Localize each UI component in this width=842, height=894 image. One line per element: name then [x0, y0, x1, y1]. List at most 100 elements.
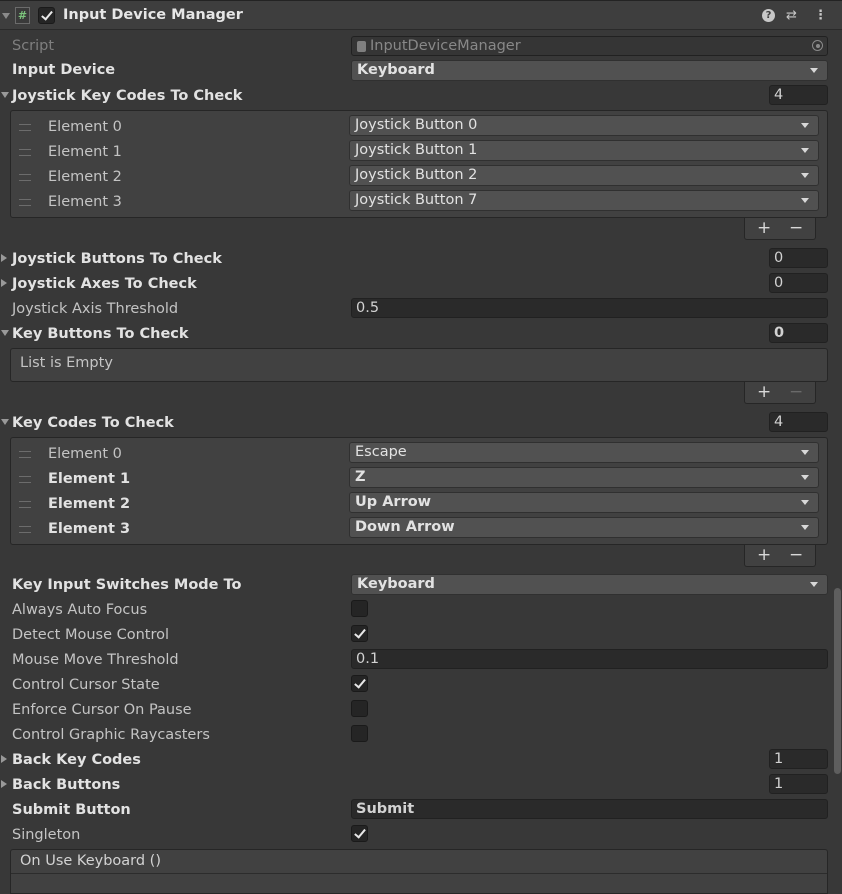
- enforce-cursor-on-pause-checkbox[interactable]: [351, 700, 368, 717]
- control-graphic-raycasters-checkbox[interactable]: [351, 725, 368, 742]
- joystick-element-1-dropdown[interactable]: Joystick Button 1: [349, 140, 819, 161]
- control-cursor-state-checkbox[interactable]: [351, 675, 368, 692]
- foldout-arrow-icon[interactable]: [1, 254, 7, 262]
- on-use-keyboard-event: On Use Keyboard (): [10, 849, 828, 894]
- list-footer: + −: [744, 218, 816, 240]
- joystick-axes-label[interactable]: Joystick Axes To Check: [12, 274, 197, 294]
- dropdown-value: Down Arrow: [355, 519, 455, 535]
- component-title: Input Device Manager: [63, 7, 243, 23]
- key-element-0-dropdown[interactable]: Escape: [349, 442, 819, 463]
- help-icon[interactable]: ?: [762, 9, 775, 22]
- event-header: On Use Keyboard (): [11, 850, 827, 874]
- key-input-switches-mode-label: Key Input Switches Mode To: [12, 577, 242, 593]
- drag-handle-icon[interactable]: [19, 149, 31, 156]
- joystick-axis-threshold-field[interactable]: 0.5: [351, 298, 828, 318]
- joystick-element-2-dropdown[interactable]: Joystick Button 2: [349, 165, 819, 186]
- chevron-down-icon: [801, 475, 809, 480]
- script-object-icon: [357, 41, 366, 52]
- control-cursor-state-label: Control Cursor State: [12, 677, 160, 693]
- element-label: Element 2: [48, 169, 122, 185]
- key-codes-size-field[interactable]: 4: [769, 412, 828, 432]
- key-input-switches-mode-dropdown[interactable]: Keyboard: [351, 574, 828, 595]
- key-codes-label[interactable]: Key Codes To Check: [12, 413, 174, 433]
- submit-button-field[interactable]: Submit: [351, 799, 828, 819]
- chevron-down-icon: [810, 582, 818, 587]
- key-element-2-dropdown[interactable]: Up Arrow: [349, 492, 819, 513]
- chevron-down-icon: [801, 198, 809, 203]
- remove-element-button[interactable]: −: [789, 545, 803, 565]
- drag-handle-icon[interactable]: [19, 199, 31, 206]
- element-label: Element 1: [48, 471, 131, 487]
- element-label: Element 3: [48, 521, 131, 537]
- dropdown-value: Joystick Button 7: [355, 192, 478, 208]
- drag-handle-icon[interactable]: [19, 174, 31, 181]
- back-buttons-label[interactable]: Back Buttons: [12, 775, 120, 795]
- foldout-arrow-icon[interactable]: [2, 13, 10, 19]
- joystick-key-codes-size-field[interactable]: 4: [769, 85, 828, 105]
- drag-handle-icon[interactable]: [19, 124, 31, 131]
- enforce-cursor-on-pause-label: Enforce Cursor On Pause: [12, 702, 192, 718]
- element-label: Element 0: [48, 446, 122, 462]
- add-element-button[interactable]: +: [757, 545, 771, 565]
- joystick-buttons-size-field[interactable]: 0: [769, 248, 828, 268]
- foldout-arrow-icon[interactable]: [1, 780, 7, 788]
- foldout-arrow-icon[interactable]: [1, 419, 9, 425]
- list-footer: + −: [744, 382, 816, 404]
- joystick-buttons-label[interactable]: Joystick Buttons To Check: [12, 249, 222, 269]
- input-device-dropdown[interactable]: Keyboard: [351, 60, 828, 81]
- script-field[interactable]: InputDeviceManager: [351, 36, 828, 56]
- joystick-element-0-dropdown[interactable]: Joystick Button 0: [349, 115, 819, 136]
- mouse-move-threshold-field[interactable]: 0.1: [351, 649, 828, 669]
- always-auto-focus-label: Always Auto Focus: [12, 602, 148, 618]
- dropdown-value: Joystick Button 1: [355, 142, 478, 158]
- foldout-arrow-icon[interactable]: [1, 330, 9, 336]
- drag-handle-icon[interactable]: [19, 451, 31, 458]
- joystick-axis-threshold-label: Joystick Axis Threshold: [12, 301, 179, 317]
- detect-mouse-control-checkbox[interactable]: [351, 625, 368, 642]
- object-picker-icon[interactable]: [812, 40, 823, 51]
- key-buttons-size-field[interactable]: 0: [769, 323, 828, 343]
- drag-handle-icon[interactable]: [19, 501, 31, 508]
- back-buttons-size-field[interactable]: 1: [769, 774, 828, 794]
- foldout-arrow-icon[interactable]: [1, 92, 9, 98]
- add-element-button[interactable]: +: [757, 382, 771, 402]
- scrollbar-thumb[interactable]: [834, 588, 841, 774]
- joystick-key-codes-label[interactable]: Joystick Key Codes To Check: [12, 86, 242, 106]
- preset-icon[interactable]: ⇄: [786, 8, 797, 23]
- detect-mouse-control-label: Detect Mouse Control: [12, 627, 170, 643]
- joystick-element-3-dropdown[interactable]: Joystick Button 7: [349, 190, 819, 211]
- list-footer: + −: [744, 545, 816, 567]
- element-label: Element 2: [48, 496, 131, 512]
- component-enabled-checkbox[interactable]: [38, 7, 55, 24]
- foldout-arrow-icon[interactable]: [1, 755, 7, 763]
- singleton-label: Singleton: [12, 827, 81, 843]
- chevron-down-icon: [810, 68, 818, 73]
- chevron-down-icon: [801, 525, 809, 530]
- remove-element-button[interactable]: −: [789, 218, 803, 238]
- dropdown-value: Up Arrow: [355, 494, 432, 510]
- control-graphic-raycasters-label: Control Graphic Raycasters: [12, 727, 210, 743]
- dropdown-value: Keyboard: [357, 576, 435, 592]
- singleton-checkbox[interactable]: [351, 825, 368, 842]
- chevron-down-icon: [801, 173, 809, 178]
- remove-element-button[interactable]: −: [789, 382, 803, 402]
- key-element-1-dropdown[interactable]: Z: [349, 467, 819, 488]
- chevron-down-icon: [801, 148, 809, 153]
- joystick-axes-size-field[interactable]: 0: [769, 273, 828, 293]
- back-key-codes-label[interactable]: Back Key Codes: [12, 750, 141, 770]
- drag-handle-icon[interactable]: [19, 526, 31, 533]
- submit-button-label: Submit Button: [12, 802, 131, 818]
- script-label: Script: [12, 38, 55, 54]
- kebab-menu-icon[interactable]: ⋮: [814, 8, 827, 23]
- foldout-arrow-icon[interactable]: [1, 279, 7, 287]
- element-label: Element 3: [48, 194, 122, 210]
- back-key-codes-size-field[interactable]: 1: [769, 749, 828, 769]
- drag-handle-icon[interactable]: [19, 476, 31, 483]
- add-element-button[interactable]: +: [757, 218, 771, 238]
- input-device-label: Input Device: [12, 62, 116, 78]
- component-header[interactable]: # Input Device Manager ? ⇄ ⋮: [0, 0, 842, 30]
- key-buttons-label[interactable]: Key Buttons To Check: [12, 324, 189, 344]
- script-value: InputDeviceManager: [370, 38, 521, 54]
- key-element-3-dropdown[interactable]: Down Arrow: [349, 517, 819, 538]
- always-auto-focus-checkbox[interactable]: [351, 600, 368, 617]
